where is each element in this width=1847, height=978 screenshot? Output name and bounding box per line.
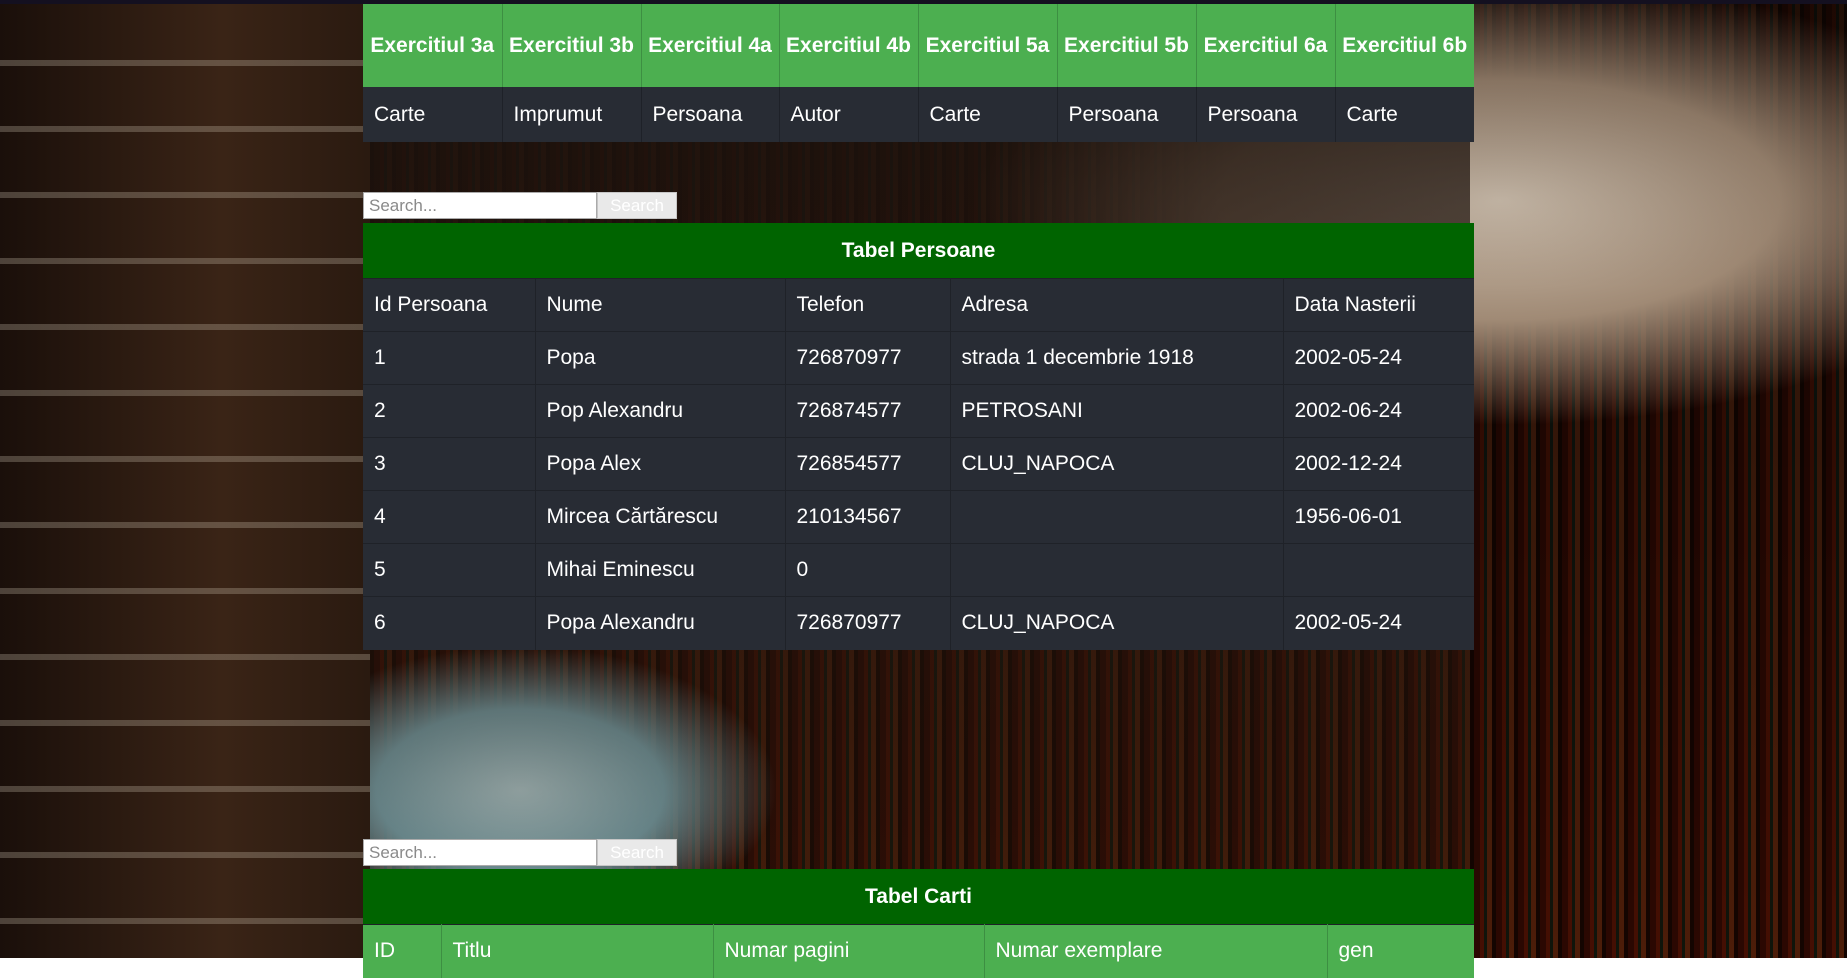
nav-link-5a[interactable]: Carte	[918, 87, 1058, 142]
carti-header-row: ID Titlu Numar pagini Numar exemplare ge…	[363, 924, 1474, 978]
col-id-persoana: Id Persoana	[363, 278, 536, 332]
persoane-table-title: Tabel Persoane	[363, 223, 1474, 278]
col-titlu: Titlu	[441, 924, 714, 978]
nav-link-3b[interactable]: Imprumut	[502, 87, 642, 142]
persoane-search-button[interactable]: Search	[597, 192, 677, 219]
nav-link-6b[interactable]: Carte	[1335, 87, 1474, 142]
table-row: 4 Mircea Cărtărescu 210134567 1956-06-01	[363, 490, 1474, 544]
table-row: 6 Popa Alexandru 726870977 CLUJ_NAPOCA 2…	[363, 596, 1474, 650]
nav-header-4b: Exercitiul 4b	[779, 4, 919, 87]
nav-header-6b: Exercitiul 6b	[1335, 4, 1474, 87]
cell-telefon: 726874577	[785, 384, 951, 438]
cell-data-nasterii	[1283, 543, 1474, 597]
cell-id: 1	[363, 331, 536, 385]
carti-table-title: Tabel Carti	[363, 869, 1474, 924]
nav-link-4b[interactable]: Autor	[779, 87, 919, 142]
cell-nume: Popa	[535, 331, 786, 385]
cell-adresa: CLUJ_NAPOCA	[950, 596, 1284, 650]
cell-nume: Mihai Eminescu	[535, 543, 786, 597]
cell-data-nasterii: 2002-05-24	[1283, 596, 1474, 650]
cell-adresa: CLUJ_NAPOCA	[950, 437, 1284, 491]
cell-adresa	[950, 490, 1284, 544]
nav-link-3a[interactable]: Carte	[363, 87, 503, 142]
nav-link-row: Carte Imprumut Persoana Autor Carte Pers…	[363, 87, 1474, 142]
carti-search: Search... Search	[363, 839, 677, 866]
nav-header-3a: Exercitiul 3a	[363, 4, 503, 87]
col-adresa: Adresa	[950, 278, 1284, 332]
nav-header-6a: Exercitiul 6a	[1196, 4, 1336, 87]
nav-link-5b[interactable]: Persoana	[1057, 87, 1197, 142]
col-telefon: Telefon	[785, 278, 951, 332]
cell-telefon: 726870977	[785, 331, 951, 385]
persoane-search-input[interactable]: Search...	[363, 192, 597, 219]
cell-telefon: 726870977	[785, 596, 951, 650]
nav-header-row: Exercitiul 3a Exercitiul 3b Exercitiul 4…	[363, 4, 1474, 87]
cell-nume: Popa Alex	[535, 437, 786, 491]
nav-header-5a: Exercitiul 5a	[918, 4, 1058, 87]
persoane-table: Tabel Persoane Id Persoana Nume Telefon …	[363, 223, 1474, 650]
table-row: 2 Pop Alexandru 726874577 PETROSANI 2002…	[363, 384, 1474, 438]
cell-data-nasterii: 2002-06-24	[1283, 384, 1474, 438]
col-gen: gen	[1327, 924, 1474, 978]
carti-search-button[interactable]: Search	[597, 839, 677, 866]
cell-nume: Popa Alexandru	[535, 596, 786, 650]
cell-adresa: strada 1 decembrie 1918	[950, 331, 1284, 385]
cell-telefon: 210134567	[785, 490, 951, 544]
cell-telefon: 726854577	[785, 437, 951, 491]
nav-link-4a[interactable]: Persoana	[641, 87, 780, 142]
col-id: ID	[363, 924, 442, 978]
cell-id: 4	[363, 490, 536, 544]
nav-link-6a[interactable]: Persoana	[1196, 87, 1336, 142]
bookshelf-background-left	[0, 0, 370, 958]
cell-nume: Mircea Cărtărescu	[535, 490, 786, 544]
cell-id: 2	[363, 384, 536, 438]
col-numar-pagini: Numar pagini	[713, 924, 985, 978]
cell-nume: Pop Alexandru	[535, 384, 786, 438]
table-row: 3 Popa Alex 726854577 CLUJ_NAPOCA 2002-1…	[363, 437, 1474, 491]
col-numar-exemplare: Numar exemplare	[984, 924, 1328, 978]
cell-id: 6	[363, 596, 536, 650]
col-nume: Nume	[535, 278, 786, 332]
cell-telefon: 0	[785, 543, 951, 597]
nav-header-4a: Exercitiul 4a	[641, 4, 780, 87]
carti-table: Tabel Carti ID Titlu Numar pagini Numar …	[363, 869, 1474, 978]
cell-id: 3	[363, 437, 536, 491]
exercise-nav: Exercitiul 3a Exercitiul 3b Exercitiul 4…	[363, 4, 1474, 142]
cell-adresa	[950, 543, 1284, 597]
cell-adresa: PETROSANI	[950, 384, 1284, 438]
nav-header-3b: Exercitiul 3b	[502, 4, 642, 87]
carti-search-input[interactable]: Search...	[363, 839, 597, 866]
persoane-header-row: Id Persoana Nume Telefon Adresa Data Nas…	[363, 278, 1474, 332]
col-data-nasterii: Data Nasterii	[1283, 278, 1474, 332]
table-row: 5 Mihai Eminescu 0	[363, 543, 1474, 597]
cell-data-nasterii: 2002-12-24	[1283, 437, 1474, 491]
cell-id: 5	[363, 543, 536, 597]
cell-data-nasterii: 2002-05-24	[1283, 331, 1474, 385]
nav-header-5b: Exercitiul 5b	[1057, 4, 1197, 87]
table-row: 1 Popa 726870977 strada 1 decembrie 1918…	[363, 331, 1474, 385]
persoane-search: Search... Search	[363, 192, 677, 219]
cell-data-nasterii: 1956-06-01	[1283, 490, 1474, 544]
